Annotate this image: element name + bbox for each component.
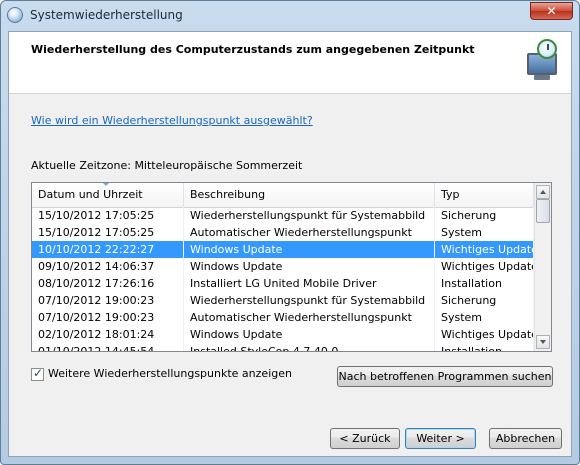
column-label-date: Datum und Uhrzeit bbox=[38, 188, 143, 201]
description-cell: Windows Update bbox=[184, 326, 435, 343]
table-row-selected[interactable]: 10/10/2012 22:22:27 Windows Update Wicht… bbox=[32, 241, 534, 258]
close-button[interactable]: ✕ bbox=[530, 2, 573, 20]
column-header-date[interactable]: Datum und Uhrzeit bbox=[32, 183, 184, 207]
description-cell: Wiederherstellungspunkt für Systemabbild bbox=[184, 292, 435, 309]
description-cell: Automatischer Wiederherstellungspunkt bbox=[184, 309, 435, 326]
description-cell: Wiederherstellungspunkt für Systemabbild bbox=[184, 207, 435, 224]
type-cell: System bbox=[435, 224, 534, 241]
table-row[interactable]: 07/10/2012 19:00:23 Automatischer Wieder… bbox=[32, 309, 534, 326]
show-more-checkbox[interactable]: ✓ bbox=[31, 366, 44, 381]
type-cell: System bbox=[435, 309, 534, 326]
description-cell: Installed StyleCop 4.7.40.0 bbox=[184, 343, 435, 351]
date-cell: 02/10/2012 18:01:24 bbox=[32, 326, 184, 343]
column-header-type[interactable]: Typ bbox=[435, 183, 534, 207]
sort-arrow-icon bbox=[102, 183, 110, 186]
table-row[interactable]: 02/10/2012 18:01:24 Windows Update Wicht… bbox=[32, 326, 534, 343]
title-bar[interactable]: Systemwiederherstellung ✕ bbox=[1, 1, 579, 31]
table-row[interactable]: 07/10/2012 19:00:23 Wiederherstellungspu… bbox=[32, 292, 534, 309]
clock-icon bbox=[537, 39, 557, 59]
description-cell: Automatischer Wiederherstellungspunkt bbox=[184, 224, 435, 241]
type-cell: Sicherung bbox=[435, 207, 534, 224]
help-link[interactable]: Wie wird ein Wiederherstellungspunkt aus… bbox=[31, 114, 313, 127]
wizard-header: Wiederherstellung des Computerzustands z… bbox=[9, 32, 571, 94]
date-cell: 09/10/2012 14:06:37 bbox=[32, 258, 184, 275]
table-row[interactable]: 15/10/2012 17:05:25 Automatischer Wieder… bbox=[32, 224, 534, 241]
date-cell: 08/10/2012 17:26:16 bbox=[32, 275, 184, 292]
description-cell: Windows Update bbox=[184, 241, 435, 258]
cancel-button[interactable]: Abbrechen bbox=[489, 428, 562, 449]
monitor-base bbox=[534, 75, 550, 80]
date-cell: 15/10/2012 17:05:25 bbox=[32, 207, 184, 224]
scroll-thumb[interactable] bbox=[536, 199, 550, 223]
next-button[interactable]: Weiter > bbox=[405, 428, 476, 449]
date-cell: 07/10/2012 19:00:23 bbox=[32, 292, 184, 309]
vertical-scrollbar[interactable] bbox=[534, 183, 551, 351]
table-row[interactable]: 09/10/2012 14:06:37 Windows Update Wicht… bbox=[32, 258, 534, 275]
type-cell: Wichtiges Update bbox=[435, 241, 534, 258]
system-restore-window: Systemwiederherstellung ✕ Wiederherstell… bbox=[0, 0, 580, 465]
system-restore-icon bbox=[519, 39, 561, 83]
restore-points-list[interactable]: Datum und Uhrzeit Beschreibung Typ 15/10… bbox=[31, 182, 552, 352]
table-row[interactable]: 08/10/2012 17:26:16 Installiert LG Unite… bbox=[32, 275, 534, 292]
table-row[interactable]: 15/10/2012 17:05:25 Wiederherstellungspu… bbox=[32, 207, 534, 224]
description-cell: Installiert LG United Mobile Driver bbox=[184, 275, 435, 292]
window-title: Systemwiederherstellung bbox=[30, 8, 183, 22]
type-cell: Wichtiges Update bbox=[435, 326, 534, 343]
type-cell: Wichtiges Update bbox=[435, 258, 534, 275]
back-button[interactable]: < Zurück bbox=[330, 428, 400, 449]
list-header: Datum und Uhrzeit Beschreibung Typ bbox=[32, 183, 534, 208]
scroll-down-button[interactable] bbox=[536, 335, 550, 349]
column-label-type: Typ bbox=[441, 188, 460, 201]
type-cell: Installation bbox=[435, 275, 534, 292]
dialog-client-area: Wiederherstellung des Computerzustands z… bbox=[8, 31, 572, 457]
scroll-up-button[interactable] bbox=[536, 185, 550, 199]
table-row[interactable]: 01/10/2012 14:45:54 Installed StyleCop 4… bbox=[32, 343, 534, 351]
timezone-label: Aktuelle Zeitzone: Mitteleuropäische Som… bbox=[31, 159, 303, 172]
type-cell: Sicherung bbox=[435, 292, 534, 309]
date-cell: 01/10/2012 14:45:54 bbox=[32, 343, 184, 351]
list-rows: 15/10/2012 17:05:25 Wiederherstellungspu… bbox=[32, 207, 534, 351]
checkmark-icon: ✓ bbox=[33, 366, 44, 380]
type-cell: Installation bbox=[435, 343, 534, 351]
date-cell: 10/10/2012 22:22:27 bbox=[32, 241, 184, 258]
system-restore-icon bbox=[7, 7, 23, 23]
scan-affected-programs-button[interactable]: Nach betroffenen Programmen suchen bbox=[337, 366, 553, 387]
show-more-label[interactable]: Weitere Wiederherstellungspunkte anzeige… bbox=[48, 367, 292, 380]
column-label-description: Beschreibung bbox=[190, 188, 266, 201]
column-header-description[interactable]: Beschreibung bbox=[184, 183, 435, 207]
page-title: Wiederherstellung des Computerzustands z… bbox=[31, 43, 475, 56]
date-cell: 07/10/2012 19:00:23 bbox=[32, 309, 184, 326]
date-cell: 15/10/2012 17:05:25 bbox=[32, 224, 184, 241]
description-cell: Windows Update bbox=[184, 258, 435, 275]
